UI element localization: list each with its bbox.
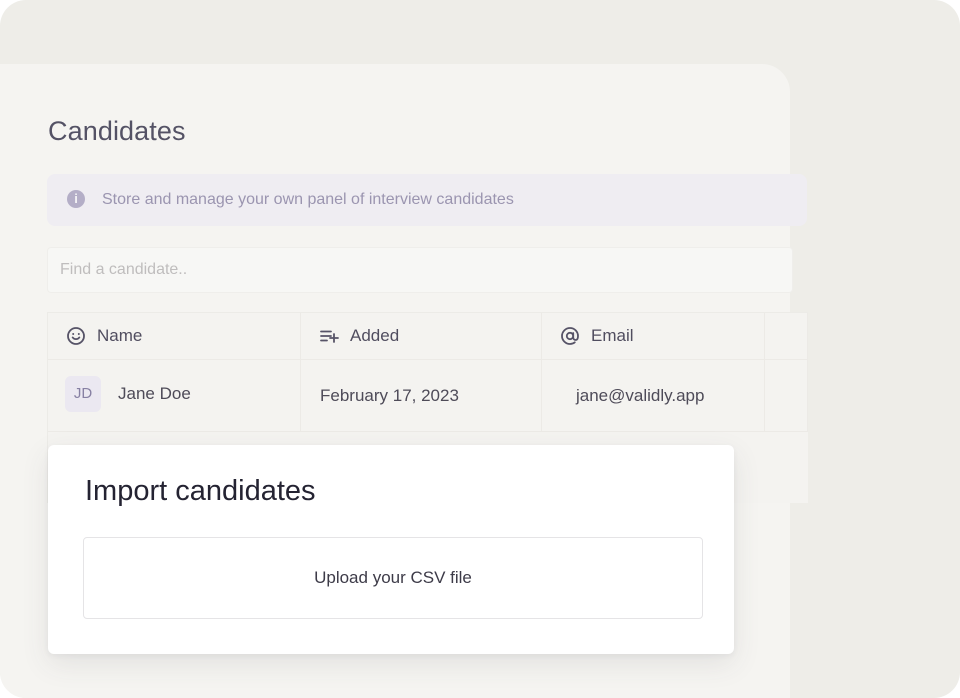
modal-title: Import candidates <box>85 475 316 507</box>
name-header-label: Name <box>97 326 143 345</box>
screen-frame: Candidates i Store and manage your own p… <box>0 0 960 698</box>
email-column-header[interactable]: Email <box>542 313 765 359</box>
candidate-extra-cell <box>765 360 808 431</box>
candidate-email: jane@validly.app <box>576 386 705 405</box>
import-candidates-modal: Import candidates Upload your CSV file <box>48 445 734 654</box>
info-banner-text: Store and manage your own panel of inter… <box>102 191 514 208</box>
info-banner: i Store and manage your own panel of int… <box>47 174 807 226</box>
candidate-name-cell[interactable]: JD Jane Doe <box>48 360 301 431</box>
at-sign-icon <box>561 327 579 345</box>
playlist-add-icon <box>320 330 339 343</box>
avatar: JD <box>65 376 101 412</box>
upload-csv-label: Upload your CSV file <box>314 568 472 587</box>
table-header-row: Name Added Email <box>48 313 808 360</box>
candidate-added-cell[interactable]: February 17, 2023 <box>301 360 542 431</box>
page-title: Candidates <box>48 116 186 146</box>
name-column-header[interactable]: Name <box>48 313 301 359</box>
smiley-icon <box>67 327 85 345</box>
extra-column-header <box>765 313 808 359</box>
added-header-label: Added <box>350 326 400 345</box>
candidate-name: Jane Doe <box>118 384 191 403</box>
candidate-added-date: February 17, 2023 <box>320 386 459 405</box>
candidate-email-cell[interactable]: jane@validly.app <box>542 360 765 431</box>
info-icon: i <box>67 190 85 208</box>
email-header-label: Email <box>591 326 634 345</box>
added-column-header[interactable]: Added <box>301 313 542 359</box>
upload-csv-button[interactable]: Upload your CSV file <box>83 537 703 619</box>
table-row[interactable]: JD Jane Doe February 17, 2023 jane@valid… <box>48 360 808 432</box>
candidate-search-input[interactable] <box>47 247 793 293</box>
